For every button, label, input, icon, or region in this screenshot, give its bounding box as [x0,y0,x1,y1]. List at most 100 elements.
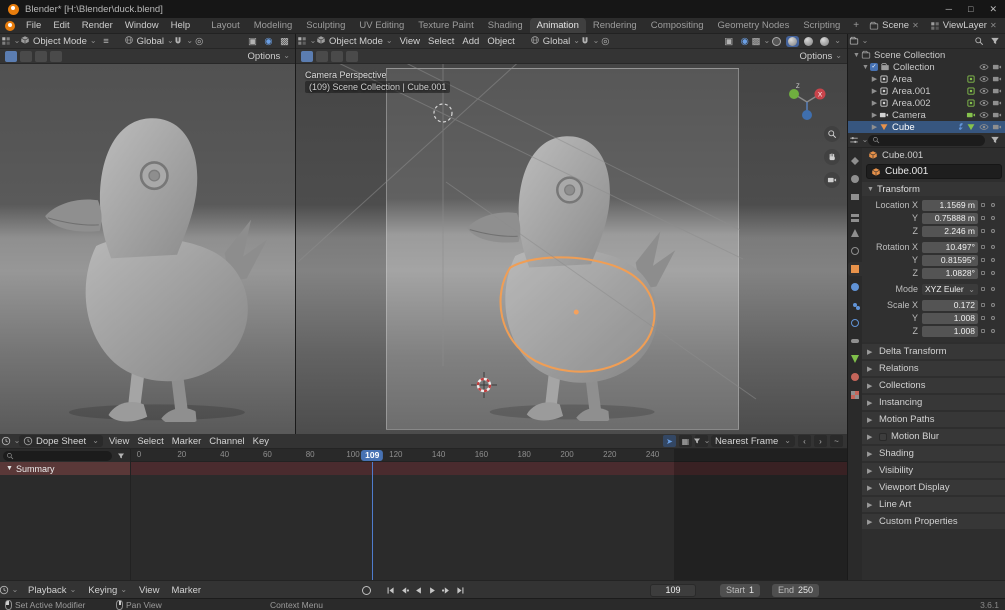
channel-search-input[interactable] [3,450,112,461]
field-scale-x[interactable]: 0.172 [922,299,978,311]
zoom-button[interactable] [824,126,840,142]
outliner-item-collection[interactable]: ▼ ✓ Collection [848,61,1005,73]
shading-wireframe[interactable] [770,36,783,47]
eye-icon[interactable] [979,62,989,72]
proportional-edit-toggle[interactable]: ◎ [193,35,206,47]
motion-blur-checkbox[interactable] [879,432,887,441]
axis-z-handle[interactable] [802,110,812,120]
filter-dropdown[interactable] [695,435,708,447]
section-collections[interactable]: ▶ Collections [862,378,1005,393]
field-z[interactable]: 1.008 [922,325,978,337]
move-tool-icon[interactable] [50,50,62,62]
app-menu-button[interactable] [0,18,20,33]
workspace-tab-sculpting[interactable]: Sculpting [299,18,352,33]
field-y[interactable]: 0.75888 m [922,212,978,224]
properties-search-input[interactable] [868,134,985,146]
eye-icon[interactable] [979,86,989,96]
section-visibility[interactable]: ▶ Visibility [862,463,1005,478]
duck-model-selected[interactable] [432,91,704,421]
xray-toggle[interactable]: ▩ [751,35,767,47]
menu-window[interactable]: Window [119,18,165,33]
properties-tab-texture[interactable] [848,388,862,402]
xray-toggle[interactable]: ▩ [278,35,291,47]
lock-icon[interactable] [978,245,988,249]
workspace-tab-animation[interactable]: Animation [529,18,586,33]
show-gizmo-toggle[interactable]: ▣ [246,35,259,47]
scene-selector[interactable]: Scene ✕ [865,19,923,32]
dope-menu-select[interactable]: Select [133,436,167,447]
collapsed-menus-icon[interactable]: ≡ [100,35,113,47]
show-hidden-toggle[interactable]: ▦ [678,435,692,447]
play-reverse-button[interactable] [412,583,425,597]
keyframe-dot-icon[interactable] [988,271,998,275]
channel-filter-icon[interactable] [114,450,127,462]
lock-icon[interactable] [978,258,988,262]
current-frame-badge[interactable]: 109 [361,450,384,461]
viewport-right-canvas[interactable]: Camera Perspective (109) Scene Collectio… [296,64,847,434]
add-workspace-button[interactable]: + [847,18,865,33]
editor-type-button[interactable] [852,134,865,146]
render-camera-icon[interactable] [992,86,1002,96]
transform-orientation-dropdown[interactable]: Global [530,35,580,47]
snap-mode-dropdown[interactable]: Nearest Frame [710,435,795,447]
properties-tab-constraints[interactable] [848,334,862,348]
timeline-ruler[interactable] [130,449,847,462]
field-mode[interactable]: XYZ Euler ⌄ [922,283,978,295]
properties-tab-view-layer[interactable] [848,208,862,222]
chevron-down-icon[interactable]: ▼ [861,64,870,71]
prev-keyframe-button[interactable] [398,583,411,597]
properties-tab-physics[interactable] [848,316,862,330]
field-y[interactable]: 0.81595° [922,254,978,266]
section-shading[interactable]: ▶ Shading [862,446,1005,461]
object-name-field[interactable]: Cube.001 [866,164,1002,179]
dope-menu-marker[interactable]: Marker [168,436,206,447]
eye-icon[interactable] [979,122,989,132]
lock-icon[interactable] [978,216,988,220]
properties-tab-scene[interactable] [848,226,862,240]
keyframe-dot-icon[interactable] [988,229,998,233]
copy-keyframes-button[interactable]: ‹ [798,435,811,447]
chevron-right-icon[interactable]: ▶ [870,75,879,83]
lock-icon[interactable] [978,287,988,291]
lock-icon[interactable] [978,229,988,233]
render-camera-icon[interactable] [992,110,1002,120]
cursor-tool-icon[interactable] [331,50,343,62]
field-z[interactable]: 1.0828° [922,267,978,279]
field-rotation-x[interactable]: 10.497° [922,241,978,253]
outliner-item-camera[interactable]: ▶ Camera [848,109,1005,121]
unlink-scene-icon[interactable]: ✕ [912,21,919,30]
paste-keyframes-button[interactable]: › [814,435,827,447]
viewport-menu-add[interactable]: Add [458,36,483,47]
section-motion-blur[interactable]: ▶ Motion Blur [862,429,1005,444]
show-overlays-toggle[interactable]: ◉ [262,35,275,47]
workspace-tab-shading[interactable]: Shading [481,18,530,33]
section-instancing[interactable]: ▶ Instancing [862,395,1005,410]
keyframe-dot-icon[interactable] [988,329,998,333]
transform-orientation-dropdown[interactable]: Global [124,35,174,47]
navigation-gizmo[interactable]: X Z [783,82,831,124]
snap-toggle[interactable] [177,35,190,47]
close-button[interactable]: ✕ [989,4,997,15]
viewport-menu-select[interactable]: Select [424,36,458,47]
editor-type-button[interactable] [4,35,17,47]
editor-type-button[interactable] [300,35,313,47]
eye-icon[interactable] [979,98,989,108]
playhead[interactable] [371,462,374,580]
keyframe-dot-icon[interactable] [988,258,998,262]
chevron-right-icon[interactable]: ▶ [870,111,879,119]
editor-type-button[interactable] [4,435,17,447]
workspace-tab-uv-editing[interactable]: UV Editing [352,18,411,33]
eye-icon[interactable] [979,74,989,84]
remove-viewlayer-icon[interactable]: ✕ [990,21,997,30]
keyframe-dot-icon[interactable] [988,303,998,307]
lock-icon[interactable] [978,203,988,207]
menu-render[interactable]: Render [76,18,119,33]
playbar-menu-keying[interactable]: Keying [82,585,133,596]
lock-icon[interactable] [978,329,988,333]
workspace-tab-layout[interactable]: Layout [204,18,247,33]
field-location-x[interactable]: 1.1569 m [922,199,978,211]
chevron-right-icon[interactable]: ▶ [870,99,879,107]
mode-dropdown[interactable]: Object Mode [20,35,97,47]
properties-tab-output[interactable] [848,190,862,204]
shading-rendered[interactable] [818,36,843,47]
